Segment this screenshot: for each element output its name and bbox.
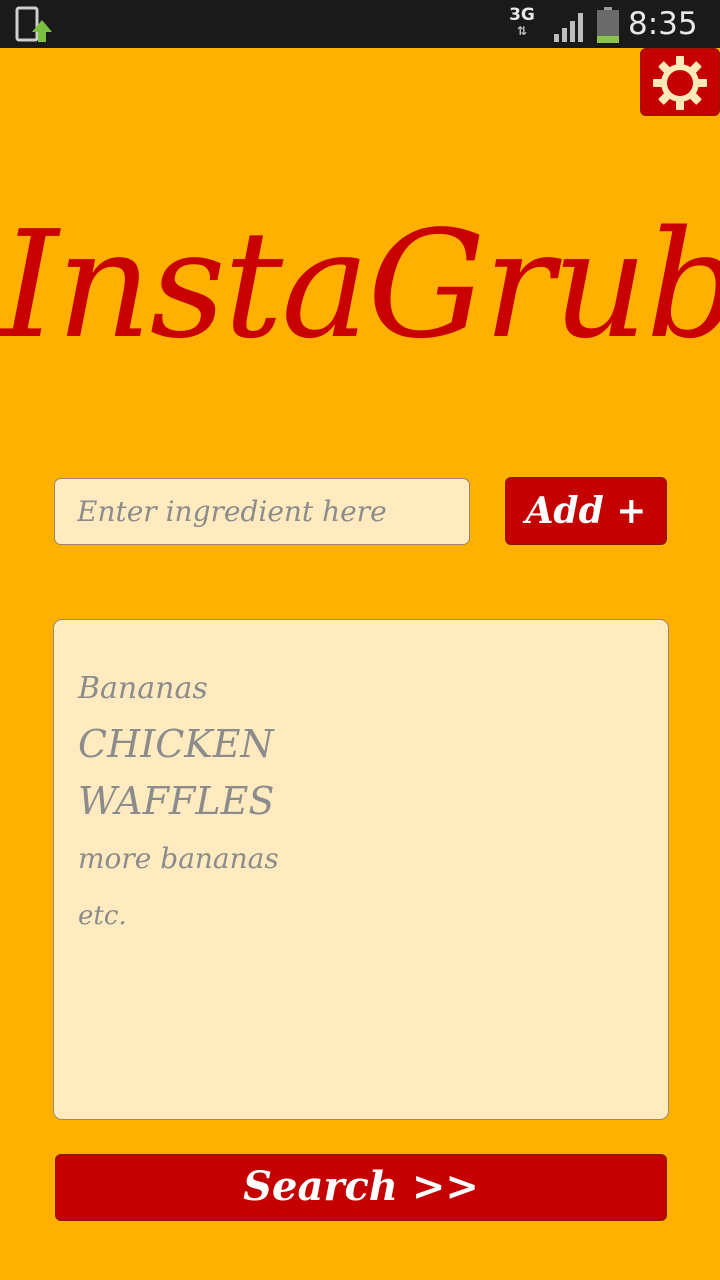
list-item: WAFFLES (78, 779, 275, 823)
settings-button[interactable] (640, 48, 720, 116)
network-type-indicator: 3G ⇅ (506, 6, 538, 42)
app-title: InstaGrub (0, 199, 720, 371)
signal-strength-icon (552, 8, 588, 42)
ingredient-list[interactable]: Bananas CHICKEN WAFFLES more bananas etc… (53, 619, 669, 1120)
add-ingredient-button[interactable]: Add + (505, 477, 667, 545)
data-activity-icon: ⇅ (516, 24, 528, 38)
list-item: etc. (78, 901, 127, 931)
status-clock: 8:35 (628, 6, 698, 42)
network-type-label: 3G (509, 5, 535, 25)
status-bar: 3G ⇅ 8:35 (0, 0, 720, 48)
list-item: Bananas (78, 671, 208, 706)
ingredient-input[interactable] (54, 478, 470, 545)
list-item: CHICKEN (78, 722, 274, 766)
battery-icon (596, 6, 620, 44)
list-item: more bananas (78, 842, 279, 875)
device-update-icon (14, 6, 54, 44)
search-button[interactable]: Search >> (55, 1154, 667, 1221)
